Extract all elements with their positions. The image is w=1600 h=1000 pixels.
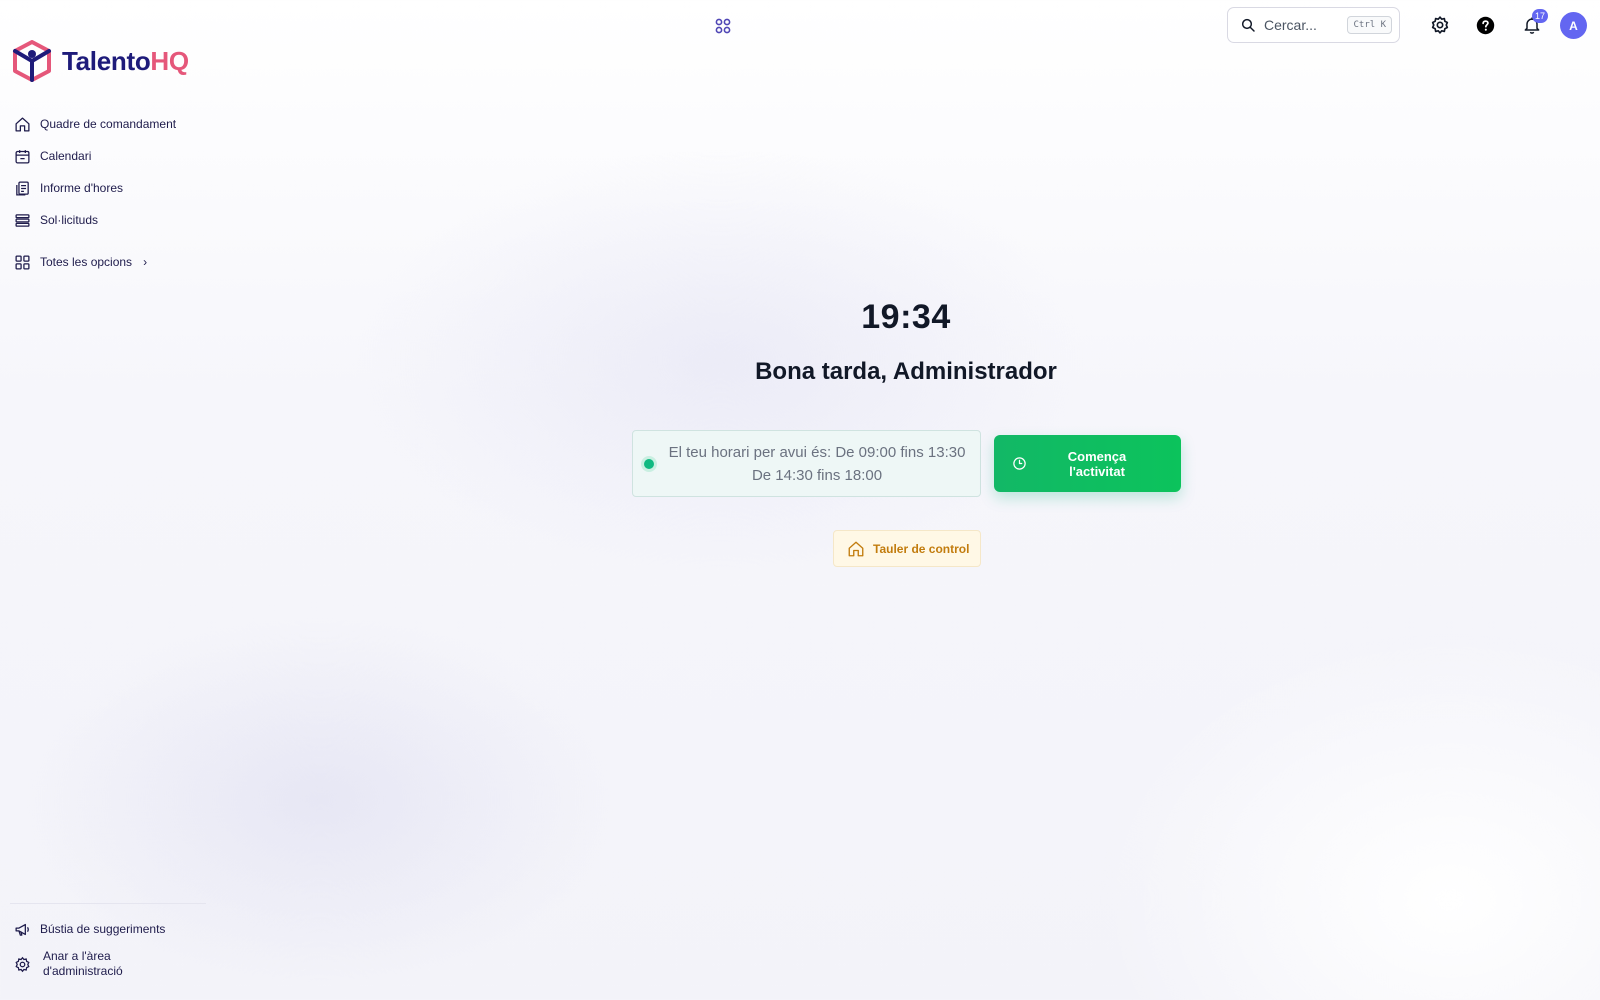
home-icon [15, 116, 30, 132]
sidebar-item-label: Bústia de suggeriments [40, 922, 166, 936]
dashboard-button[interactable]: Tauler de control [833, 530, 981, 567]
sidebar-item-all-options[interactable]: Totes les opcions › [14, 246, 204, 278]
sidebar-item-calendar[interactable]: Calendari [14, 140, 204, 172]
brand-name-part1: Talento [62, 45, 151, 76]
status-dot [644, 458, 654, 469]
apps-grid-button[interactable] [713, 16, 733, 36]
report-icon [16, 180, 29, 196]
help-button[interactable] [1474, 14, 1496, 36]
search-icon [1241, 18, 1255, 32]
clock-icon [1013, 457, 1026, 470]
search-shortcut-hint: Ctrl K [1347, 16, 1392, 34]
brand-name-part2: HQ [150, 45, 189, 76]
gear-icon [1431, 16, 1449, 34]
sidebar-item-dashboard[interactable]: Quadre de comandament [14, 108, 204, 140]
sidebar-item-requests[interactable]: Sol·licituds [14, 204, 204, 236]
start-activity-label: Comença l'activitat [1027, 449, 1181, 479]
sidebar: TalentoHQ Quadre de comandament Calendar… [0, 0, 210, 1000]
sidebar-item-label: Quadre de comandament [40, 117, 177, 131]
help-icon [1476, 16, 1494, 34]
admin-label-line2: d'administració [43, 964, 123, 978]
cube-logo-icon [13, 40, 51, 82]
user-avatar[interactable]: A [1560, 12, 1587, 39]
sidebar-item-suggestions[interactable]: Bústia de suggeriments [14, 914, 204, 944]
sidebar-item-admin-area[interactable]: Anar a l'àrea d'administració [14, 946, 204, 982]
sidebar-item-label: Anar a l'àrea d'administració [40, 949, 123, 979]
stack-icon [15, 213, 30, 227]
sidebar-item-label: Sol·licituds [40, 213, 99, 227]
gear-icon [15, 956, 30, 972]
dashboard-button-label: Tauler de control [873, 541, 970, 556]
schedule-line-1: El teu horari per avui és: De 09:00 fins… [668, 443, 966, 461]
grid-icon [15, 254, 30, 270]
sidebar-item-label: Totes les opcions [40, 255, 133, 269]
start-activity-label-line1: Comença [1067, 448, 1127, 464]
sidebar-nav: Quadre de comandament Calendari Informe … [14, 108, 204, 278]
sidebar-divider [10, 903, 206, 904]
greeting-title: Bona tarda, Administrador [755, 358, 1057, 385]
apps-grid-icon [715, 18, 731, 34]
brand-logo[interactable]: TalentoHQ [12, 40, 189, 82]
schedule-text: El teu horari per avui és: De 09:00 fins… [654, 441, 980, 487]
today-schedule-card: El teu horari per avui és: De 09:00 fins… [632, 430, 981, 497]
sidebar-item-label: Calendari [40, 149, 92, 163]
home-icon [848, 541, 864, 556]
search-box[interactable]: Cercar... Ctrl K [1227, 7, 1400, 43]
settings-button[interactable] [1429, 14, 1451, 36]
sidebar-item-hours-report[interactable]: Informe d'hores [14, 172, 204, 204]
brand-name: TalentoHQ [62, 46, 189, 77]
start-activity-label-line2: l'activitat [1069, 463, 1125, 479]
calendar-icon [15, 149, 30, 164]
search-input[interactable]: Cercar... [1264, 17, 1339, 33]
notifications-count-badge: 17 [1532, 9, 1549, 23]
megaphone-icon [15, 923, 29, 936]
current-time: 19:34 [861, 298, 951, 336]
sidebar-item-label: Informe d'hores [40, 181, 123, 195]
schedule-line-2: De 14:30 fins 18:00 [751, 466, 883, 484]
admin-label-line1: Anar a l'àrea [43, 949, 111, 963]
sidebar-bottom-nav: Bústia de suggeriments Anar a l'àrea d'a… [14, 914, 204, 982]
start-activity-button[interactable]: Comença l'activitat [994, 435, 1181, 492]
chevron-right-icon: › [143, 255, 148, 269]
